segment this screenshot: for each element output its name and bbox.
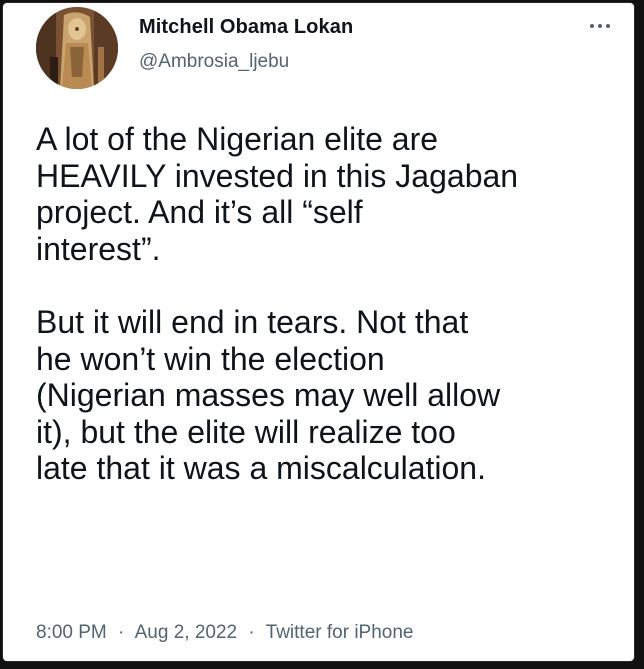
avatar-image xyxy=(36,7,118,89)
author-handle[interactable]: @Ambrosia_ljebu xyxy=(139,51,289,73)
meta-separator: · xyxy=(248,622,255,643)
tweet-date-link[interactable]: Aug 2, 2022 xyxy=(135,622,237,643)
avatar[interactable] xyxy=(36,7,118,89)
tweet-paragraph-1: A lot of the Nigerian elite are HEAVILY … xyxy=(36,121,519,267)
tweet-time-link[interactable]: 8:00 PM xyxy=(36,622,107,643)
more-options-icon[interactable] xyxy=(583,13,617,39)
tweet-card: Mitchell Obama Lokan @Ambrosia_ljebu A l… xyxy=(3,3,634,661)
dot xyxy=(598,24,602,28)
tweet-meta: 8:00 PM · Aug 2, 2022 · Twitter for iPho… xyxy=(36,622,413,644)
tweet-paragraph-2: But it will end in tears. Not that he wo… xyxy=(36,304,501,486)
dot xyxy=(590,24,594,28)
tweet-text: A lot of the Nigerian elite are HEAVILY … xyxy=(36,121,616,487)
tweet-source-link[interactable]: Twitter for iPhone xyxy=(266,622,414,643)
author-display-name[interactable]: Mitchell Obama Lokan xyxy=(139,16,353,39)
dot xyxy=(606,24,610,28)
meta-separator: · xyxy=(118,622,125,643)
